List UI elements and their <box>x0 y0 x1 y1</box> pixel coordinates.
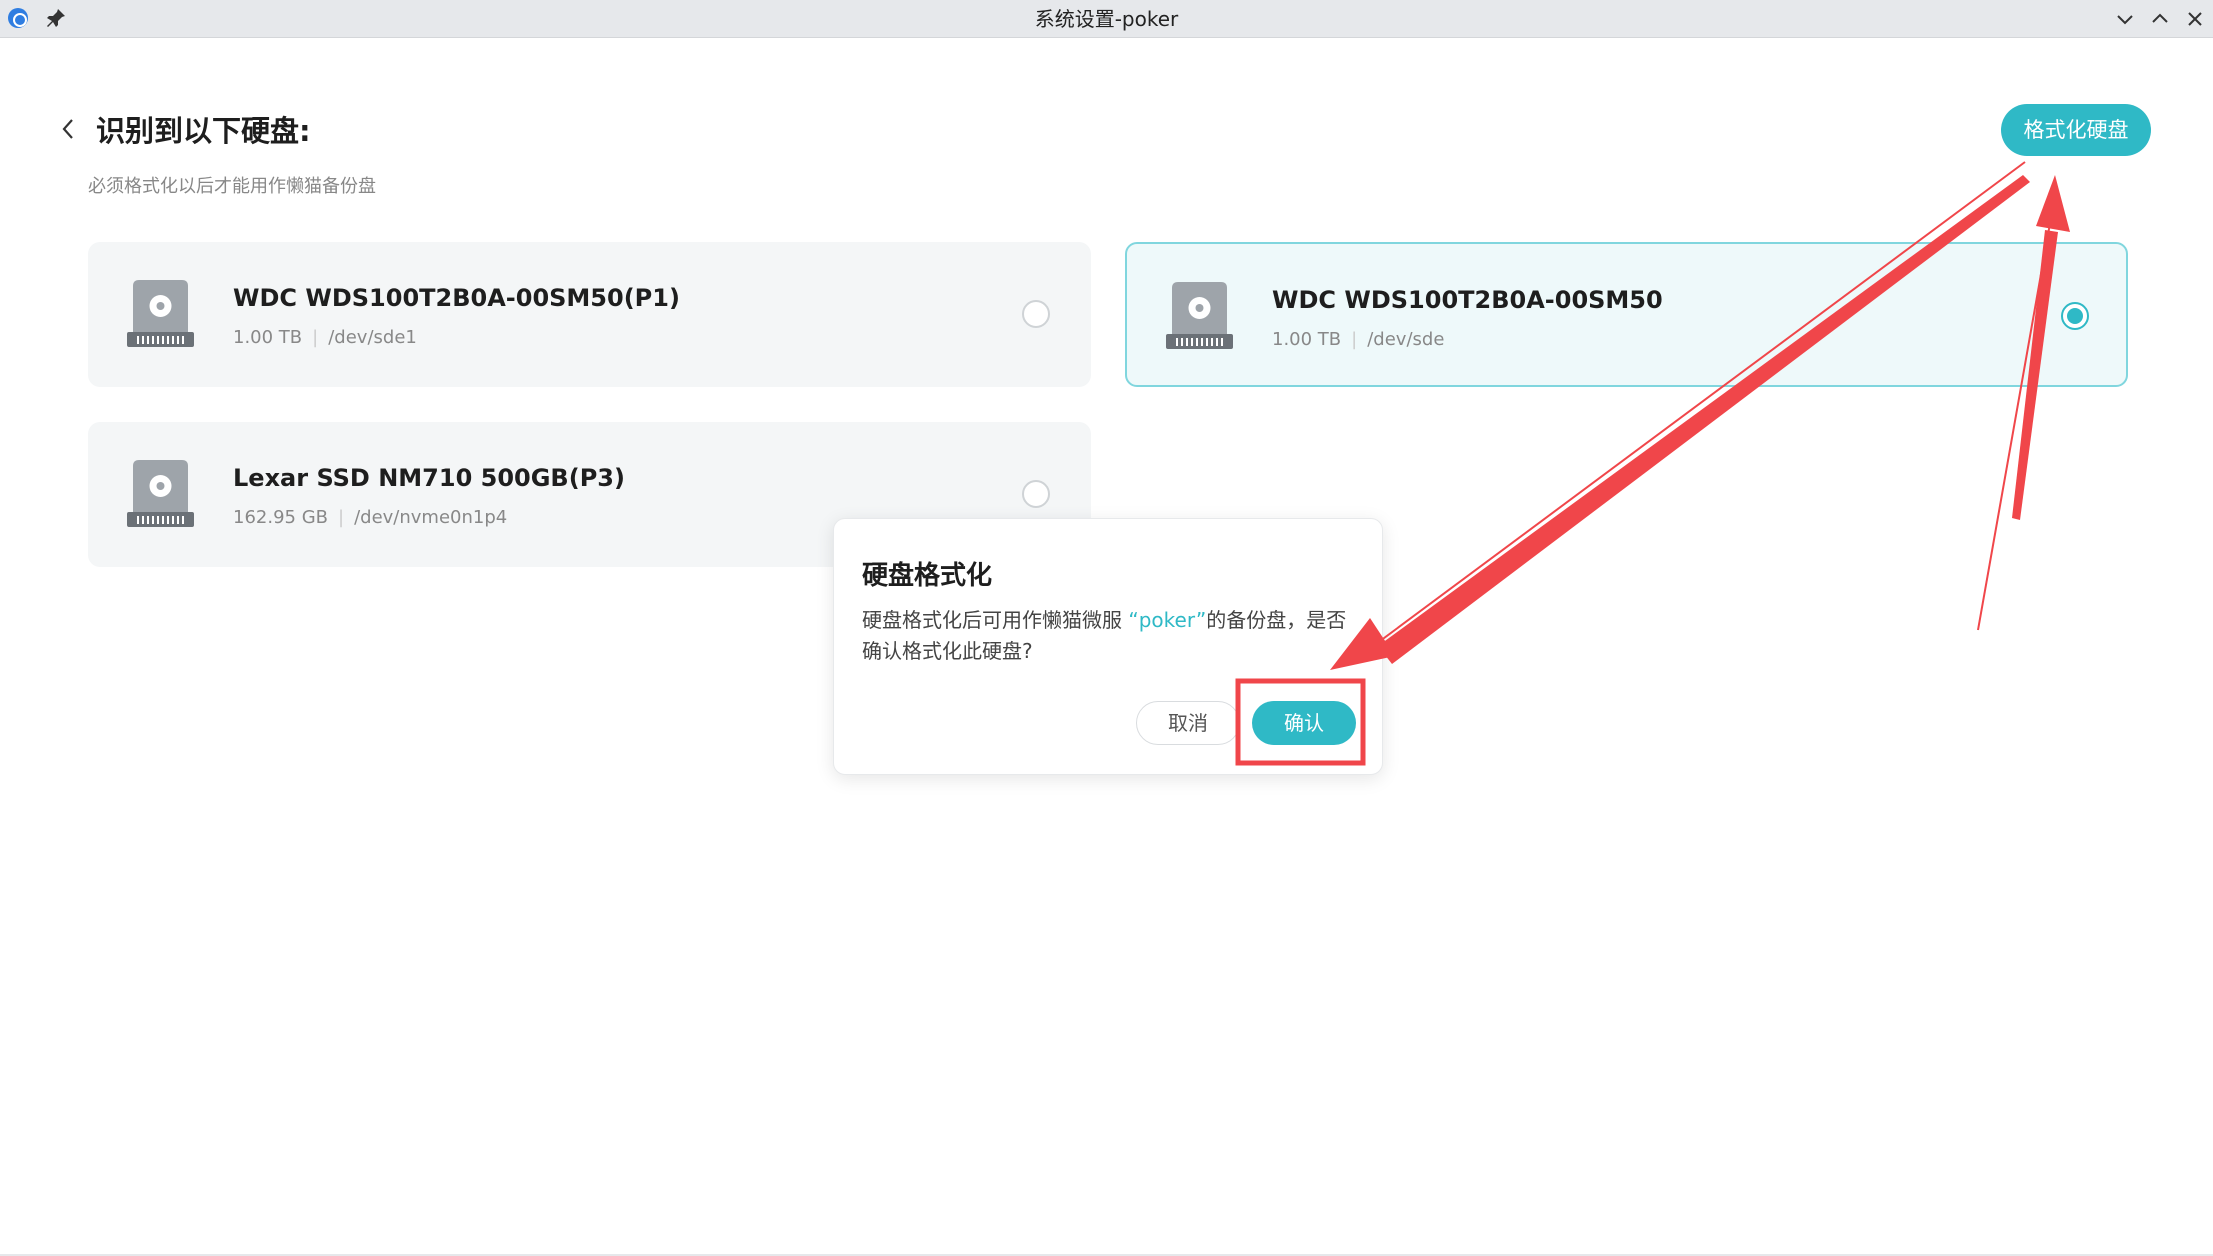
dialog-title: 硬盘格式化 <box>862 561 993 591</box>
window-title: 系统设置-poker <box>1034 7 1179 31</box>
disk-card-selected[interactable]: WDC WDS100T2B0A-00SM50 1.00 TB | /dev/sde <box>1125 242 2128 387</box>
chevron-up-icon[interactable] <box>2145 4 2175 34</box>
disk-radio[interactable] <box>1022 300 1050 328</box>
hard-drive-icon <box>123 456 198 531</box>
disk-path: /dev/nvme0n1p4 <box>354 507 508 528</box>
format-confirm-dialog: 硬盘格式化 硬盘格式化后可用作懒猫微服 “poker”的备份盘，是否确认格式化此… <box>833 518 1383 775</box>
hard-drive-icon <box>123 276 198 351</box>
disk-size: 1.00 TB <box>233 327 303 348</box>
disk-meta: 162.95 GB | /dev/nvme0n1p4 <box>233 507 507 528</box>
window-titlebar: 系统设置-poker <box>0 0 2213 38</box>
disk-path: /dev/sde <box>1367 329 1445 350</box>
disk-name: WDC WDS100T2B0A-00SM50(P1) <box>233 284 680 312</box>
separator: | <box>312 327 319 348</box>
disk-radio[interactable] <box>1022 480 1050 508</box>
confirm-button[interactable]: 确认 <box>1252 701 1356 745</box>
separator: | <box>338 507 345 528</box>
chevron-down-icon[interactable] <box>2110 4 2140 34</box>
device-name-highlight: “poker” <box>1128 608 1207 632</box>
disk-meta: 1.00 TB | /dev/sde <box>1272 329 1444 350</box>
disk-name: WDC WDS100T2B0A-00SM50 <box>1272 286 1663 314</box>
disk-radio-checked[interactable] <box>2061 302 2089 330</box>
hard-drive-icon <box>1162 278 1237 353</box>
page-subtitle: 必须格式化以后才能用作懒猫备份盘 <box>88 176 376 197</box>
disk-name: Lexar SSD NM710 500GB(P3) <box>233 464 625 492</box>
close-icon[interactable] <box>2180 4 2210 34</box>
disk-path: /dev/sde1 <box>328 327 417 348</box>
dialog-message-text: 硬盘格式化后可用作懒猫微服 <box>862 608 1129 632</box>
chevron-left-icon[interactable] <box>56 114 80 144</box>
annotation-arrowhead <box>2036 175 2070 232</box>
dialog-message: 硬盘格式化后可用作懒猫微服 “poker”的备份盘，是否确认格式化此硬盘? <box>862 605 1362 667</box>
disk-meta: 1.00 TB | /dev/sde1 <box>233 327 417 348</box>
disk-card[interactable]: WDC WDS100T2B0A-00SM50(P1) 1.00 TB | /dev/… <box>88 242 1091 387</box>
disk-size: 162.95 GB <box>233 507 329 528</box>
format-disk-button[interactable]: 格式化硬盘 <box>2001 104 2151 156</box>
cancel-button[interactable]: 取消 <box>1136 701 1240 745</box>
page-title: 识别到以下硬盘: <box>96 114 311 148</box>
annotation-line <box>1371 161 2026 648</box>
separator: | <box>1351 329 1358 350</box>
disk-size: 1.00 TB <box>1272 329 1342 350</box>
